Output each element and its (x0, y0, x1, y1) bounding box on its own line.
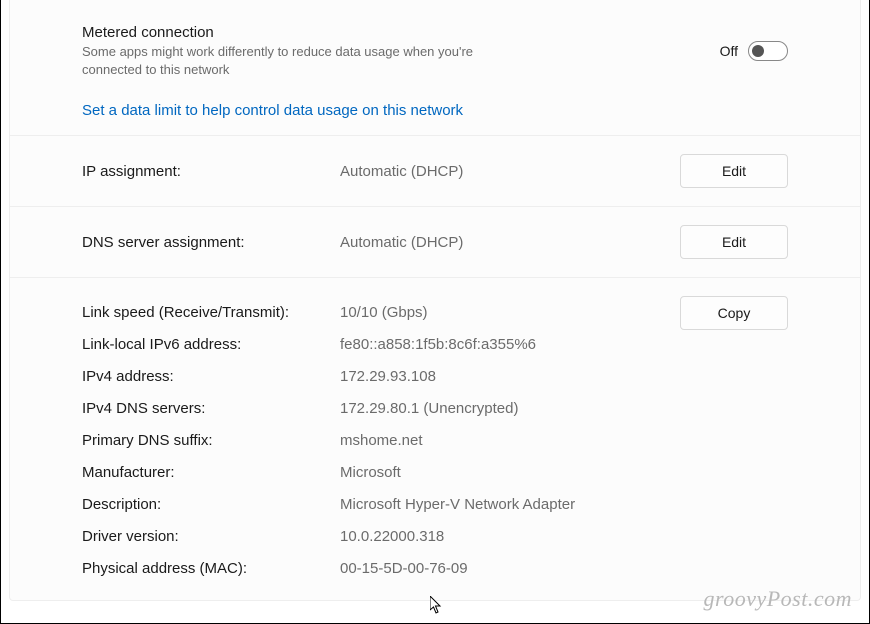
detail-label: Physical address (MAC): (82, 560, 340, 577)
detail-value: mshome.net (340, 432, 788, 449)
detail-row: Driver version:10.0.22000.318 (82, 520, 788, 552)
detail-value: 00-15-5D-00-76-09 (340, 560, 788, 577)
detail-row: IPv4 DNS servers:172.29.80.1 (Unencrypte… (82, 392, 788, 424)
detail-value: Microsoft Hyper-V Network Adapter (340, 496, 788, 513)
dns-assignment-edit-button[interactable]: Edit (680, 225, 788, 259)
detail-label: Primary DNS suffix: (82, 432, 340, 449)
metered-connection-section: Metered connection Some apps might work … (10, 0, 860, 136)
detail-row: Link-local IPv6 address:fe80::a858:1f5b:… (82, 328, 788, 360)
ip-assignment-value: Automatic (DHCP) (340, 163, 680, 180)
dns-assignment-value: Automatic (DHCP) (340, 234, 680, 251)
detail-label: Link-local IPv6 address: (82, 336, 340, 353)
metered-title: Metered connection (82, 24, 700, 41)
metered-subtitle: Some apps might work differently to redu… (82, 43, 502, 78)
detail-row: Manufacturer:Microsoft (82, 456, 788, 488)
detail-row: Description:Microsoft Hyper-V Network Ad… (82, 488, 788, 520)
detail-label: IPv4 DNS servers: (82, 400, 340, 417)
detail-row: Physical address (MAC):00-15-5D-00-76-09 (82, 552, 788, 584)
copy-button[interactable]: Copy (680, 296, 788, 330)
ip-assignment-label: IP assignment: (82, 163, 340, 180)
data-limit-link[interactable]: Set a data limit to help control data us… (82, 102, 463, 119)
toggle-knob-icon (752, 45, 764, 57)
detail-label: Manufacturer: (82, 464, 340, 481)
dns-assignment-label: DNS server assignment: (82, 234, 340, 251)
ip-assignment-row: IP assignment: Automatic (DHCP) Edit (10, 136, 860, 207)
metered-toggle[interactable] (748, 41, 788, 61)
detail-row: IPv4 address:172.29.93.108 (82, 360, 788, 392)
detail-label: Driver version: (82, 528, 340, 545)
metered-toggle-label: Off (720, 43, 738, 59)
detail-value: 172.29.93.108 (340, 368, 788, 385)
network-details-section: Copy Link speed (Receive/Transmit):10/10… (10, 278, 860, 592)
detail-label: Description: (82, 496, 340, 513)
detail-value: fe80::a858:1f5b:8c6f:a355%6 (340, 336, 788, 353)
detail-value: 172.29.80.1 (Unencrypted) (340, 400, 788, 417)
detail-label: Link speed (Receive/Transmit): (82, 304, 340, 321)
detail-value: Microsoft (340, 464, 788, 481)
ip-assignment-edit-button[interactable]: Edit (680, 154, 788, 188)
dns-assignment-row: DNS server assignment: Automatic (DHCP) … (10, 207, 860, 278)
detail-value: 10.0.22000.318 (340, 528, 788, 545)
detail-label: IPv4 address: (82, 368, 340, 385)
detail-row: Primary DNS suffix:mshome.net (82, 424, 788, 456)
